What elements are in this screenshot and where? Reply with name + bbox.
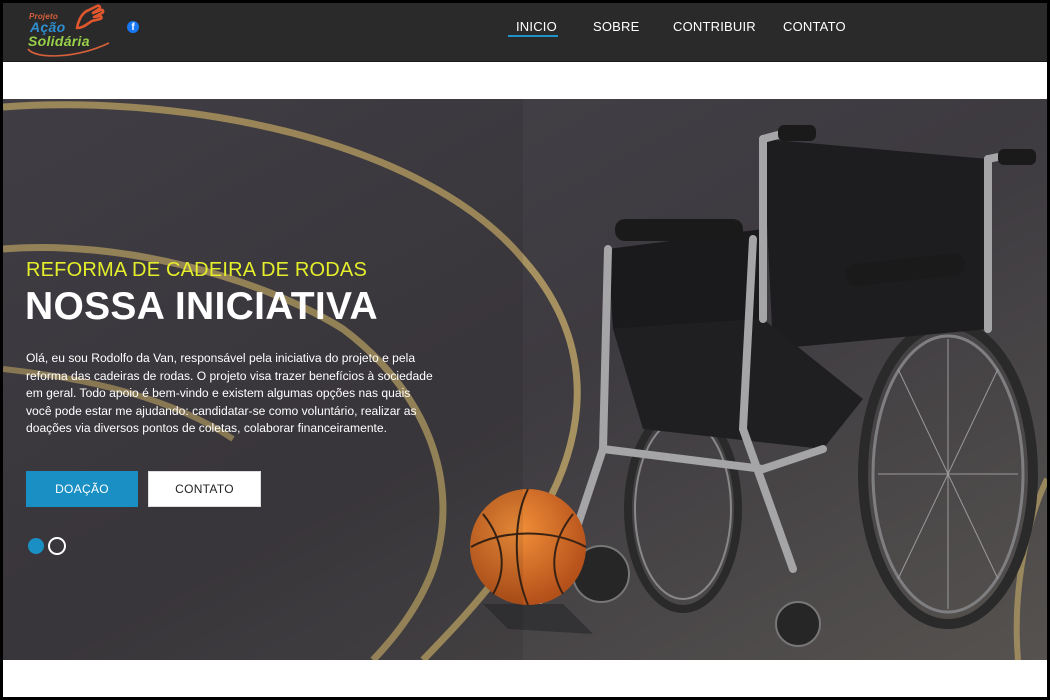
slider-dot-2[interactable] bbox=[48, 537, 66, 555]
hand-logo-icon bbox=[75, 4, 105, 30]
site-logo[interactable]: Projeto Ação Solidária bbox=[25, 4, 113, 58]
logo-line-3: Solidária bbox=[28, 33, 90, 49]
hero-description: Olá, eu sou Rodolfo da Van, responsável … bbox=[26, 351, 433, 435]
nav-item-contribuir[interactable]: CONTRIBUIR bbox=[673, 19, 756, 34]
hero-subtitle: REFORMA DE CADEIRA DE RODAS bbox=[26, 259, 368, 281]
hero-slider: REFORMA DE CADEIRA DE RODAS NOSSA INICIA… bbox=[3, 99, 1047, 660]
active-nav-indicator bbox=[508, 35, 558, 37]
contact-button[interactable]: CONTATO bbox=[148, 471, 261, 507]
nav-item-contato[interactable]: CONTATO bbox=[783, 19, 846, 34]
slider-dot-1[interactable] bbox=[28, 538, 44, 554]
nav-item-inicio[interactable]: INICIO bbox=[516, 19, 557, 34]
hero-title: NOSSA INICIATIVA bbox=[25, 285, 378, 328]
top-navigation-bar: Projeto Ação Solidária f INICIO SOBRE CO… bbox=[3, 3, 1047, 62]
facebook-icon[interactable]: f bbox=[127, 21, 139, 33]
nav-item-sobre[interactable]: SOBRE bbox=[593, 19, 640, 34]
donation-button[interactable]: DOAÇÃO bbox=[26, 471, 138, 507]
page-frame: Projeto Ação Solidária f INICIO SOBRE CO… bbox=[3, 3, 1047, 697]
